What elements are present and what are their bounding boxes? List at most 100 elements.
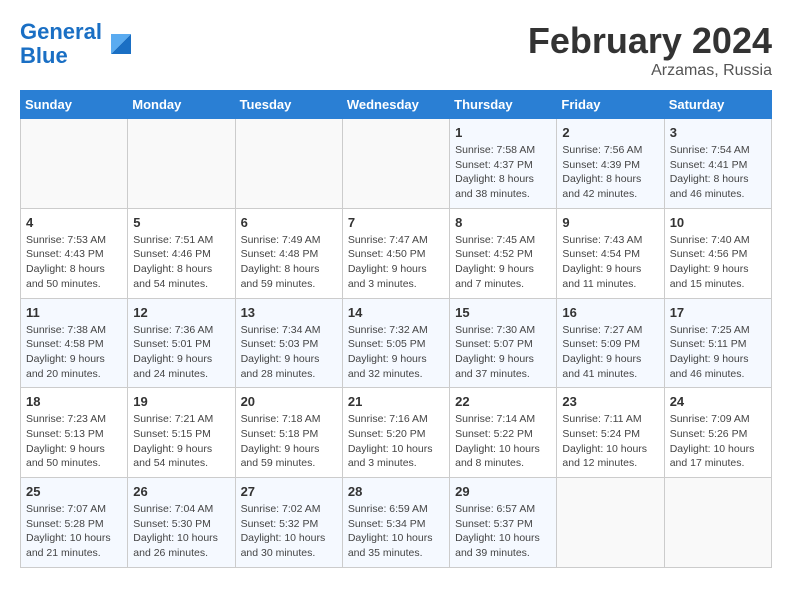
day-info: Sunrise: 7:25 AM Sunset: 5:11 PM Dayligh… — [670, 323, 766, 382]
day-number: 17 — [670, 305, 766, 320]
day-number: 25 — [26, 484, 122, 499]
day-number: 16 — [562, 305, 658, 320]
day-info: Sunrise: 7:02 AM Sunset: 5:32 PM Dayligh… — [241, 502, 337, 561]
calendar-cell: 21Sunrise: 7:16 AM Sunset: 5:20 PM Dayli… — [342, 388, 449, 478]
day-number: 14 — [348, 305, 444, 320]
day-info: Sunrise: 7:58 AM Sunset: 4:37 PM Dayligh… — [455, 143, 551, 202]
day-info: Sunrise: 7:09 AM Sunset: 5:26 PM Dayligh… — [670, 412, 766, 471]
calendar-week-3: 18Sunrise: 7:23 AM Sunset: 5:13 PM Dayli… — [21, 388, 772, 478]
day-number: 7 — [348, 215, 444, 230]
calendar-cell: 27 Sunrise: 7:02 AM Sunset: 5:32 PM Dayli… — [235, 478, 342, 568]
calendar-cell: 25 Sunrise: 7:07 AM Sunset: 5:28 PM Dayli… — [21, 478, 128, 568]
calendar-cell: 11Sunrise: 7:38 AM Sunset: 4:58 PM Dayli… — [21, 298, 128, 388]
calendar-cell: 18Sunrise: 7:23 AM Sunset: 5:13 PM Dayli… — [21, 388, 128, 478]
calendar-cell: 10Sunrise: 7:40 AM Sunset: 4:56 PM Dayli… — [664, 208, 771, 298]
day-number: 22 — [455, 394, 551, 409]
calendar-cell: 14 Sunrise: 7:32 AM Sunset: 5:05 PM Dayli… — [342, 298, 449, 388]
weekday-header-row: SundayMondayTuesdayWednesdayThursdayFrid… — [21, 91, 772, 119]
day-number: 8 — [455, 215, 551, 230]
day-info: Sunrise: 7:11 AM Sunset: 5:24 PM Dayligh… — [562, 412, 658, 471]
weekday-header-friday: Friday — [557, 91, 664, 119]
calendar-cell — [21, 119, 128, 209]
calendar-week-2: 11Sunrise: 7:38 AM Sunset: 4:58 PM Dayli… — [21, 298, 772, 388]
calendar-cell: 16 Sunrise: 7:27 AM Sunset: 5:09 PM Dayli… — [557, 298, 664, 388]
logo: General Blue — [20, 20, 136, 68]
calendar-cell — [235, 119, 342, 209]
day-info: Sunrise: 7:18 AM Sunset: 5:18 PM Dayligh… — [241, 412, 337, 471]
calendar-week-4: 25 Sunrise: 7:07 AM Sunset: 5:28 PM Dayli… — [21, 478, 772, 568]
day-number: 4 — [26, 215, 122, 230]
day-info: Sunrise: 7:51 AM Sunset: 4:46 PM Dayligh… — [133, 233, 229, 292]
day-info: Sunrise: 7:14 AM Sunset: 5:22 PM Dayligh… — [455, 412, 551, 471]
day-number: 3 — [670, 125, 766, 140]
day-number: 21 — [348, 394, 444, 409]
page-header: General Blue February 2024 Arzamas, Russ… — [20, 20, 772, 80]
calendar-cell — [128, 119, 235, 209]
day-number: 29 — [455, 484, 551, 499]
day-number: 19 — [133, 394, 229, 409]
logo-blue: Blue — [20, 43, 68, 68]
day-info: Sunrise: 7:47 AM Sunset: 4:50 PM Dayligh… — [348, 233, 444, 292]
day-info: Sunrise: 7:21 AM Sunset: 5:15 PM Dayligh… — [133, 412, 229, 471]
calendar-cell — [342, 119, 449, 209]
calendar-week-0: 1 Sunrise: 7:58 AM Sunset: 4:37 PM Daylig… — [21, 119, 772, 209]
calendar-cell: 19 Sunrise: 7:21 AM Sunset: 5:15 PM Dayli… — [128, 388, 235, 478]
day-info: Sunrise: 7:36 AM Sunset: 5:01 PM Dayligh… — [133, 323, 229, 382]
day-info: Sunrise: 7:27 AM Sunset: 5:09 PM Dayligh… — [562, 323, 658, 382]
day-info: Sunrise: 7:38 AM Sunset: 4:58 PM Dayligh… — [26, 323, 122, 382]
day-info: Sunrise: 7:43 AM Sunset: 4:54 PM Dayligh… — [562, 233, 658, 292]
day-number: 23 — [562, 394, 658, 409]
day-number: 27 — [241, 484, 337, 499]
calendar-cell: 20 Sunrise: 7:18 AM Sunset: 5:18 PM Dayli… — [235, 388, 342, 478]
logo-text: General Blue — [20, 20, 102, 68]
day-info: Sunrise: 7:45 AM Sunset: 4:52 PM Dayligh… — [455, 233, 551, 292]
page-subtitle: Arzamas, Russia — [528, 62, 772, 80]
calendar-cell — [557, 478, 664, 568]
calendar-cell: 15Sunrise: 7:30 AM Sunset: 5:07 PM Dayli… — [450, 298, 557, 388]
weekday-header-tuesday: Tuesday — [235, 91, 342, 119]
calendar-cell: 22 Sunrise: 7:14 AM Sunset: 5:22 PM Dayli… — [450, 388, 557, 478]
day-number: 9 — [562, 215, 658, 230]
weekday-header-sunday: Sunday — [21, 91, 128, 119]
calendar-cell — [664, 478, 771, 568]
page-title: February 2024 — [528, 20, 772, 62]
calendar-cell: 29Sunrise: 6:57 AM Sunset: 5:37 PM Dayli… — [450, 478, 557, 568]
calendar-cell: 1 Sunrise: 7:58 AM Sunset: 4:37 PM Daylig… — [450, 119, 557, 209]
logo-icon — [106, 29, 136, 59]
weekday-header-thursday: Thursday — [450, 91, 557, 119]
calendar-week-1: 4 Sunrise: 7:53 AM Sunset: 4:43 PM Daylig… — [21, 208, 772, 298]
calendar-cell: 13 Sunrise: 7:34 AM Sunset: 5:03 PM Dayli… — [235, 298, 342, 388]
calendar-cell: 9 Sunrise: 7:43 AM Sunset: 4:54 PM Daylig… — [557, 208, 664, 298]
calendar-cell: 2 Sunrise: 7:56 AM Sunset: 4:39 PM Daylig… — [557, 119, 664, 209]
calendar-cell: 8 Sunrise: 7:45 AM Sunset: 4:52 PM Daylig… — [450, 208, 557, 298]
calendar-cell: 28 Sunrise: 6:59 AM Sunset: 5:34 PM Dayli… — [342, 478, 449, 568]
calendar-cell: 6 Sunrise: 7:49 AM Sunset: 4:48 PM Daylig… — [235, 208, 342, 298]
weekday-header-saturday: Saturday — [664, 91, 771, 119]
day-info: Sunrise: 7:56 AM Sunset: 4:39 PM Dayligh… — [562, 143, 658, 202]
title-area: February 2024 Arzamas, Russia — [528, 20, 772, 80]
calendar-body: 1 Sunrise: 7:58 AM Sunset: 4:37 PM Daylig… — [21, 119, 772, 568]
calendar-cell: 7 Sunrise: 7:47 AM Sunset: 4:50 PM Daylig… — [342, 208, 449, 298]
calendar-cell: 24Sunrise: 7:09 AM Sunset: 5:26 PM Dayli… — [664, 388, 771, 478]
day-number: 10 — [670, 215, 766, 230]
day-info: Sunrise: 7:04 AM Sunset: 5:30 PM Dayligh… — [133, 502, 229, 561]
calendar-cell: 12 Sunrise: 7:36 AM Sunset: 5:01 PM Dayli… — [128, 298, 235, 388]
calendar-cell: 5Sunrise: 7:51 AM Sunset: 4:46 PM Daylig… — [128, 208, 235, 298]
day-number: 13 — [241, 305, 337, 320]
day-number: 20 — [241, 394, 337, 409]
day-number: 28 — [348, 484, 444, 499]
day-info: Sunrise: 7:07 AM Sunset: 5:28 PM Dayligh… — [26, 502, 122, 561]
day-number: 2 — [562, 125, 658, 140]
day-number: 6 — [241, 215, 337, 230]
day-info: Sunrise: 7:49 AM Sunset: 4:48 PM Dayligh… — [241, 233, 337, 292]
day-info: Sunrise: 7:32 AM Sunset: 5:05 PM Dayligh… — [348, 323, 444, 382]
day-number: 12 — [133, 305, 229, 320]
day-number: 18 — [26, 394, 122, 409]
day-info: Sunrise: 6:59 AM Sunset: 5:34 PM Dayligh… — [348, 502, 444, 561]
calendar-header: SundayMondayTuesdayWednesdayThursdayFrid… — [21, 91, 772, 119]
day-number: 1 — [455, 125, 551, 140]
day-info: Sunrise: 7:53 AM Sunset: 4:43 PM Dayligh… — [26, 233, 122, 292]
calendar-cell: 26Sunrise: 7:04 AM Sunset: 5:30 PM Dayli… — [128, 478, 235, 568]
day-info: Sunrise: 7:34 AM Sunset: 5:03 PM Dayligh… — [241, 323, 337, 382]
day-number: 15 — [455, 305, 551, 320]
